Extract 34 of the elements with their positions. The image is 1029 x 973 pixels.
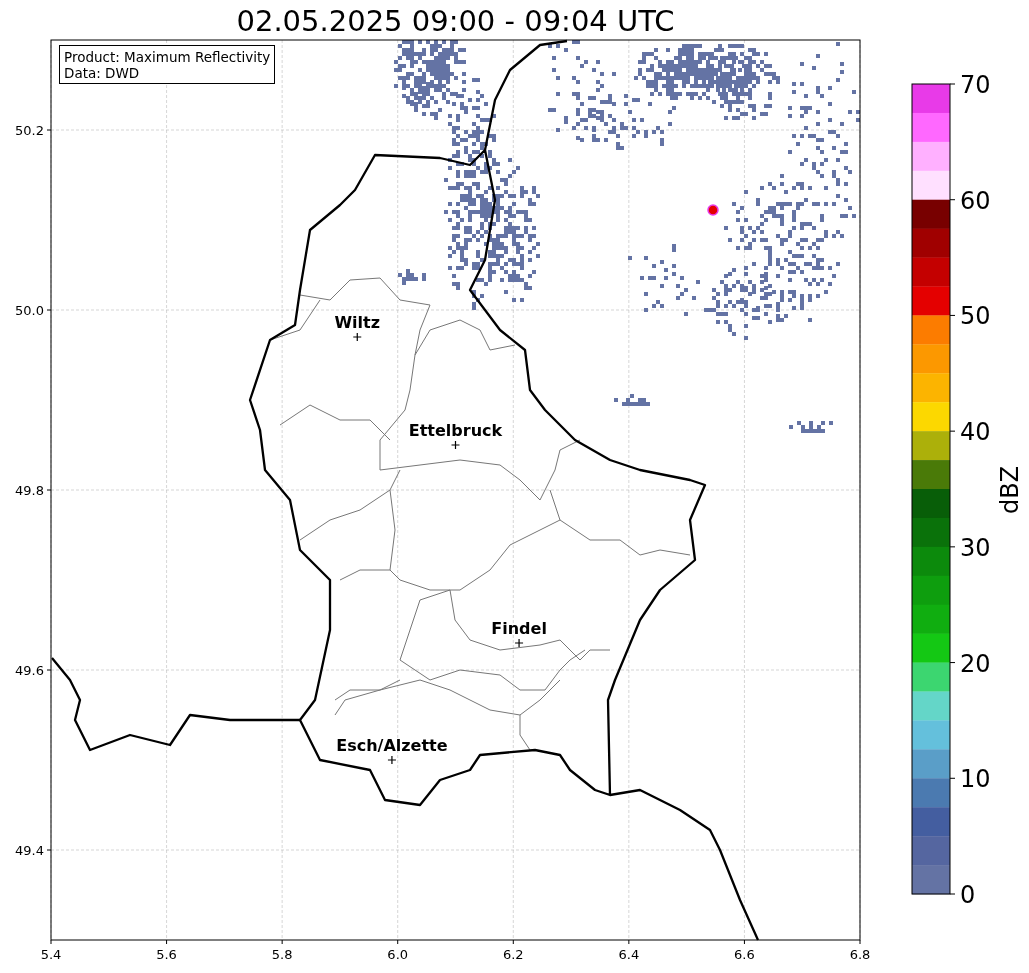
axis-tick-label: 6.2: [502, 947, 524, 962]
axis-tick-label: 6.0: [387, 947, 409, 962]
colorbar-label: dBZ: [996, 465, 1024, 515]
colorbar-tick-label: 20: [960, 649, 991, 678]
axis-tick-label: 50.0: [15, 303, 44, 318]
colorbar-tick-label: 70: [960, 71, 991, 99]
city-label: Findel: [491, 619, 547, 638]
city-marker-icon: [352, 332, 362, 342]
axis-tick-label: 49.4: [15, 843, 44, 858]
colorbar-tick-label: 40: [960, 418, 991, 447]
axis-tick-label: 49.6: [15, 663, 44, 678]
city-marker-icon: [450, 440, 461, 450]
axis-tick-label: 6.6: [734, 947, 755, 962]
city-label: Wiltz: [334, 313, 381, 332]
info-text: Data: DWD: [64, 65, 141, 81]
axis-tick-label: 50.2: [15, 123, 44, 138]
colorbar-tick-label: 60: [960, 186, 991, 215]
chart-title: 02.05.2025 09:00 - 09:04 UTC: [236, 4, 675, 38]
colorbar-tick-label: 50: [960, 302, 991, 331]
city-marker-icon: [387, 755, 397, 765]
axis-tick-label: 6.4: [618, 947, 640, 962]
colorbar-tick-label: 0: [960, 881, 976, 909]
city-label: Esch/Alzette: [336, 736, 448, 755]
radar-echo-icon: [707, 204, 719, 216]
axis-tick-label: 6.8: [849, 947, 871, 962]
axis-tick-label: 5.8: [271, 947, 293, 962]
colorbar-tick-label: 10: [960, 765, 991, 794]
axis-tick-label: 5.6: [156, 947, 177, 962]
axis-tick-label: 5.4: [40, 947, 62, 962]
city-label: Ettelbruck: [408, 421, 503, 440]
colorbar-tick-label: 30: [960, 533, 991, 562]
info-text: Product: Maximum Reflectivity: [64, 49, 271, 65]
axis-tick-label: 49.8: [15, 483, 44, 498]
city-marker-icon: [514, 638, 524, 648]
